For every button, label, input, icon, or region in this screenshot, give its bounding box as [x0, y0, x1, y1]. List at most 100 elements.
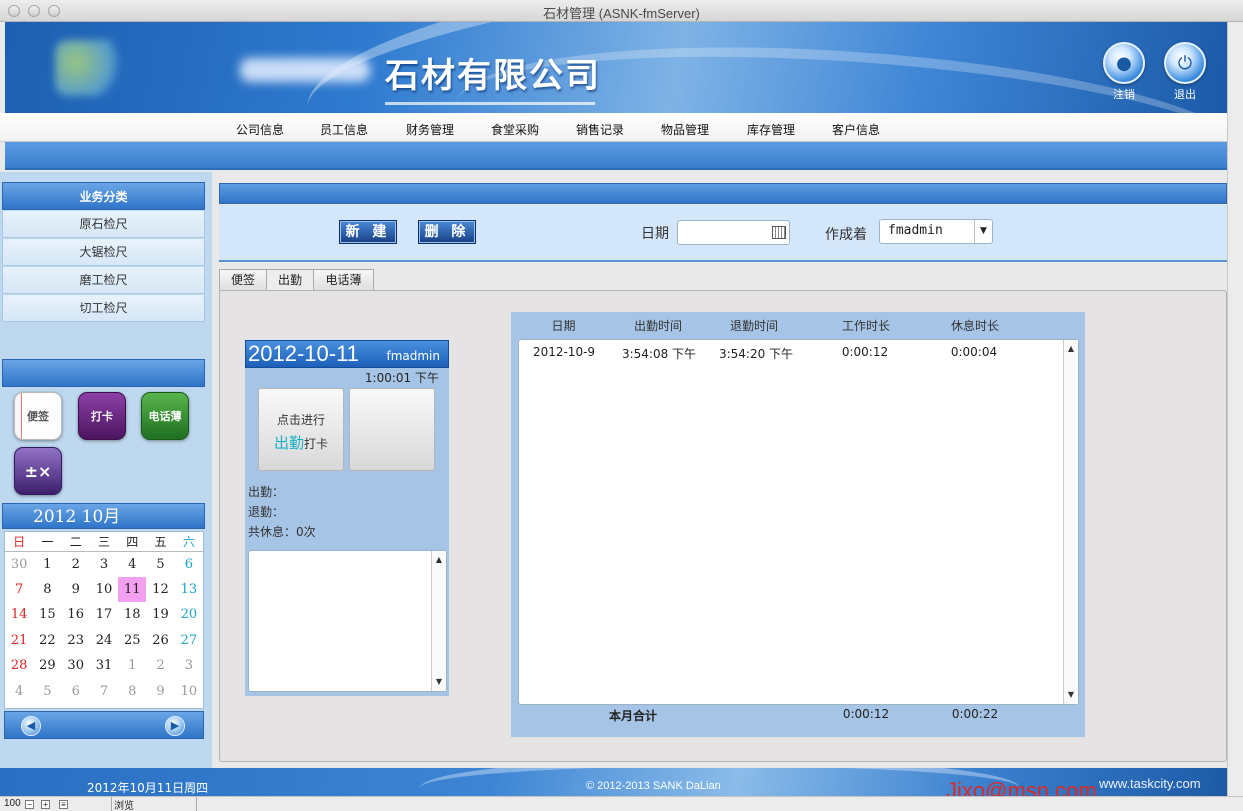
calendar-day[interactable]: 9 [62, 577, 90, 603]
calendar-weekday: 二 [61, 532, 90, 552]
calendar-day[interactable]: 7 [5, 577, 33, 603]
calendar-day[interactable]: 28 [5, 653, 33, 679]
records-scrollbar[interactable]: ▲ ▼ [1063, 340, 1078, 704]
calendar-day[interactable]: 22 [33, 628, 61, 654]
calendar-day[interactable]: 10 [90, 577, 118, 603]
calendar-day[interactable]: 15 [33, 602, 61, 628]
sidebar-item-cutting[interactable]: 切工检尺 [2, 295, 205, 322]
col-clock-in: 出勤时间 [633, 319, 682, 333]
memo-scrollbar[interactable]: ▲ ▼ [431, 551, 446, 691]
prev-month-icon[interactable]: ◀ [21, 716, 41, 736]
month-total-break: 0:00:22 [951, 707, 999, 721]
footer-copyright: © 2012-2013 SANK DaLian [586, 780, 721, 792]
window-titlebar: 石材管理 (ASNK-fmServer) [0, 0, 1243, 22]
status-bar: 100 − + ≡ 浏览 [0, 796, 1243, 811]
calendar-day[interactable]: 4 [5, 679, 33, 705]
scroll-up-icon: ▲ [1067, 344, 1075, 353]
calendar-day[interactable]: 24 [90, 628, 118, 654]
logout-button[interactable]: ● 注销 [1100, 42, 1148, 102]
tab-note[interactable]: 便签 [219, 269, 267, 291]
delete-button[interactable]: 删 除 [418, 220, 476, 244]
calendar-weekday: 一 [33, 532, 62, 552]
zoom-level[interactable]: 100 [4, 798, 21, 809]
exit-button[interactable]: ⏻ 退出 [1161, 42, 1209, 102]
calendar-day[interactable]: 5 [33, 679, 61, 705]
author-label: 作成着 [825, 227, 867, 243]
nav-customers[interactable]: 客户信息 [832, 121, 880, 138]
calendar-day[interactable]: 30 [5, 551, 33, 577]
attendance-memo[interactable]: ▲ ▼ [248, 550, 447, 692]
zoom-out-icon[interactable]: − [25, 800, 34, 809]
blurred-company-name [240, 58, 370, 82]
calendar-day[interactable]: 1 [33, 551, 61, 577]
calendar-day[interactable]: 29 [33, 653, 61, 679]
calendar-day[interactable]: 3 [175, 653, 203, 679]
nav-company-info[interactable]: 公司信息 [236, 121, 284, 138]
tab-attendance[interactable]: 出勤 [266, 269, 314, 292]
punch-app-icon[interactable]: 打卡 [78, 392, 126, 440]
nav-goods[interactable]: 物品管理 [661, 121, 709, 138]
calculator-app-icon[interactable]: ±× [14, 447, 62, 495]
calendar-day[interactable]: 2 [146, 653, 174, 679]
next-month-icon[interactable]: ▶ [165, 716, 185, 736]
calendar-day[interactable]: 7 [90, 679, 118, 705]
calendar-day[interactable]: 27 [175, 628, 203, 654]
author-select[interactable]: fmadmin ▼ [879, 219, 993, 244]
col-break-duration: 休息时长 [950, 319, 999, 333]
note-app-icon[interactable]: 便签 [14, 392, 62, 440]
calendar-day[interactable]: 16 [62, 602, 90, 628]
calendar-day[interactable]: 9 [146, 679, 174, 705]
sidebar-item-saw[interactable]: 大锯检尺 [2, 239, 205, 266]
sidebar: 业务分类 原石检尺 大锯检尺 磨工检尺 切工检尺 便签 打卡 电话薄 ±× 20… [0, 172, 212, 768]
calendar-day[interactable]: 1 [118, 653, 146, 679]
nav-finance[interactable]: 财务管理 [406, 121, 454, 138]
sidebar-item-raw-stone[interactable]: 原石检尺 [2, 211, 205, 238]
sidebar-item-grinding[interactable]: 磨工检尺 [2, 267, 205, 294]
calendar-day[interactable]: 25 [118, 628, 146, 654]
attendance-card: 2012-10-11 fmadmin 1:00:01 下午 点击进行 出勤打卡 … [245, 340, 449, 696]
calendar-day[interactable]: 13 [175, 577, 203, 603]
nav-inventory[interactable]: 库存管理 [747, 121, 795, 138]
calendar-day[interactable]: 20 [175, 602, 203, 628]
nav-employee-info[interactable]: 员工信息 [320, 121, 368, 138]
calendar-day[interactable]: 30 [62, 653, 90, 679]
calendar-day[interactable]: 6 [175, 551, 203, 577]
phonebook-app-icon[interactable]: 电话薄 [141, 392, 189, 440]
zoom-in-icon[interactable]: + [41, 800, 50, 809]
nav-sales-records[interactable]: 销售记录 [576, 121, 624, 138]
status-toggle-icon[interactable]: ≡ [59, 800, 68, 809]
calendar-weekday: 日 [5, 532, 34, 552]
calendar-day[interactable]: 8 [118, 679, 146, 705]
tab-phonebook[interactable]: 电话薄 [313, 269, 374, 291]
calendar-day[interactable]: 3 [90, 551, 118, 577]
calendar-day[interactable]: 8 [33, 577, 61, 603]
calendar-day[interactable]: 11 [118, 576, 147, 602]
calendar-day[interactable]: 10 [175, 679, 203, 705]
calendar-day[interactable]: 12 [146, 577, 174, 603]
calendar-day[interactable]: 2 [62, 551, 90, 577]
calendar-day[interactable]: 5 [146, 551, 174, 577]
punch-in-button[interactable]: 点击进行 出勤打卡 [258, 388, 344, 471]
calendar-day[interactable]: 18 [118, 602, 146, 628]
calendar-day[interactable]: 14 [5, 602, 33, 628]
punch-out-button[interactable] [349, 388, 435, 471]
calendar-month-header: 2012 10月 [2, 503, 205, 529]
calendar-day[interactable]: 19 [146, 602, 174, 628]
clock-in-label: 出勤： [248, 485, 285, 499]
calendar-day[interactable]: 23 [62, 628, 90, 654]
calendar-day[interactable]: 6 [62, 679, 90, 705]
calendar-day[interactable]: 26 [146, 628, 174, 654]
calendar-day[interactable]: 21 [5, 628, 33, 654]
calendar-day[interactable]: 31 [90, 653, 118, 679]
nav-canteen-purchase[interactable]: 食堂采购 [491, 121, 539, 138]
calendar-icon[interactable] [772, 226, 786, 239]
date-input[interactable] [677, 220, 790, 245]
calendar-weekday: 四 [118, 532, 147, 552]
calendar: 日一二三四五六 30 1 2 3 4 5 6 7 8 9 10 11 12 13 14 15 16 17 18 19 2… [4, 531, 204, 709]
calendar-day[interactable]: 4 [118, 551, 146, 577]
calendar-day[interactable]: 17 [90, 602, 118, 628]
user-icon: ● [1103, 42, 1145, 84]
calendar-weekday: 三 [89, 532, 119, 552]
new-button[interactable]: 新 建 [339, 220, 397, 244]
mode-indicator[interactable]: 浏览 [111, 797, 197, 811]
